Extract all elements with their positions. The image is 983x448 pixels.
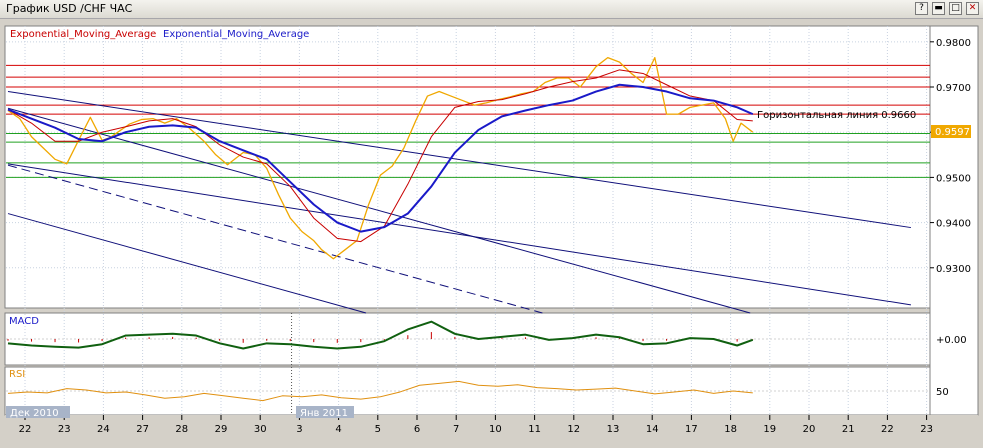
x-tick-label: 28: [175, 424, 188, 435]
x-tick-label: 29: [215, 424, 228, 435]
x-tick-label: 30: [254, 424, 267, 435]
macd-label: MACD: [9, 316, 39, 327]
annotation-label: Горизонтальная линия 0.9660: [757, 110, 916, 121]
x-tick-label: 6: [414, 424, 420, 435]
period-label-jan: Янв 2011: [300, 408, 348, 419]
x-tick-label: 3: [296, 424, 302, 435]
x-tick-label: 22: [881, 424, 894, 435]
x-tick-label: 23: [58, 424, 71, 435]
x-tick-label: 4: [335, 424, 341, 435]
chart-window: График USD /CHF ЧАС ? ▬ □ ✕ 0.9300 0.9400…: [0, 0, 983, 448]
chart-canvas[interactable]: 0.93000.94000.95000.96000.97000.9800+0.0…: [0, 0, 983, 448]
x-tick-label: 27: [136, 424, 149, 435]
rsi-tick-label: 50: [936, 387, 949, 398]
y-tick-label: 0.9500: [936, 173, 971, 184]
x-tick-label: 20: [803, 424, 816, 435]
x-tick-label: 10: [489, 424, 502, 435]
rsi-label: RSI: [9, 369, 25, 380]
x-tick-label: 18: [724, 424, 737, 435]
y-ticks: 0.93000.94000.95000.96000.97000.9800+0.0…: [930, 38, 971, 398]
x-tick-label: 13: [607, 424, 620, 435]
x-tick-label: 23: [920, 424, 933, 435]
x-tick-label: 12: [567, 424, 580, 435]
period-label-dec: Дек 2010: [10, 408, 59, 419]
x-tick-label: 24: [97, 424, 110, 435]
last-price-label: 0.9597: [935, 127, 970, 138]
legend-ema-fast: Exponential_Moving_Average: [10, 29, 156, 40]
x-tick-label: 5: [375, 424, 381, 435]
macd-tick-label: +0.00: [936, 335, 967, 346]
y-tick-label: 0.9800: [936, 38, 971, 49]
x-tick-label: 11: [528, 424, 541, 435]
x-tick-label: 22: [19, 424, 32, 435]
legend-ema-slow: Exponential_Moving_Average: [163, 29, 309, 40]
y-tick-label: 0.9700: [936, 83, 971, 94]
x-tick-label: 14: [646, 424, 659, 435]
price-panel: [4, 25, 931, 309]
x-tick-label: 17: [685, 424, 698, 435]
y-tick-label: 0.9300: [936, 264, 971, 275]
x-tick-label: 7: [453, 424, 459, 435]
x-tick-label: 21: [842, 424, 855, 435]
y-tick-label: 0.9400: [936, 219, 971, 230]
x-tick-label: 19: [763, 424, 776, 435]
